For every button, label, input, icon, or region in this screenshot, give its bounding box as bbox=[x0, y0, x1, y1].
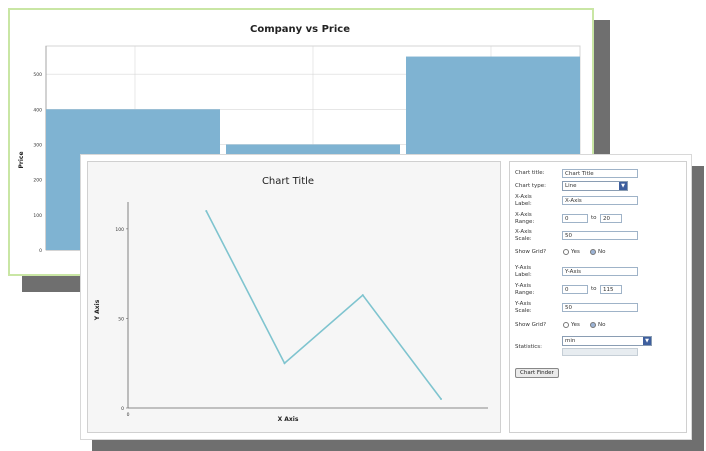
chart-type-value: Line bbox=[565, 183, 577, 189]
line-series bbox=[205, 210, 442, 400]
y-grid-yes-radio[interactable] bbox=[563, 322, 569, 328]
line-point bbox=[440, 398, 443, 401]
y-axis-range-label: Y-Axis Range: bbox=[515, 283, 535, 296]
bar-chart-ylabel: Price bbox=[18, 151, 25, 168]
chart-finder-button[interactable]: Chart Finder bbox=[515, 368, 559, 378]
x-grid-no-radio[interactable] bbox=[590, 249, 596, 255]
y-axis-label-input[interactable]: Y-Axis bbox=[562, 267, 638, 276]
chart-title-input[interactable]: Chart Title bbox=[562, 169, 638, 178]
chart-title-label: Chart title: bbox=[515, 170, 545, 176]
x-grid-no-label: No bbox=[598, 249, 606, 255]
y-axis-scale-label: Y-Axis Scale: bbox=[515, 301, 532, 314]
chevron-down-icon[interactable]: ▼ bbox=[619, 182, 627, 190]
x-range-from-input[interactable]: 0 bbox=[562, 214, 588, 223]
chart-type-label: Chart type: bbox=[515, 183, 547, 189]
x-axis-scale-input[interactable]: 50 bbox=[562, 231, 638, 240]
chart-type-select[interactable]: Line ▼ bbox=[562, 181, 628, 191]
line-chart: Chart Title X Axis Y Axis 0 50 100 0 bbox=[94, 176, 488, 423]
x-axis-scale-label: X-Axis Scale: bbox=[515, 229, 532, 242]
x-axis-label-input[interactable]: X-Axis bbox=[562, 196, 638, 205]
bar-y-tick-label: 400 bbox=[33, 107, 42, 113]
x-axis-label-label: X-Axis Label: bbox=[515, 194, 532, 207]
y-range-to-input[interactable]: 115 bbox=[600, 285, 622, 294]
line-y-tick-label: 100 bbox=[115, 227, 124, 233]
line-chart-ylabel: Y Axis bbox=[94, 299, 101, 321]
statistics-result-field bbox=[562, 348, 638, 356]
line-chart-xlabel: X Axis bbox=[278, 416, 299, 423]
line-chart-panel: Chart Title X Axis Y Axis 0 50 100 0 bbox=[87, 161, 501, 433]
bar-y-tick-label: 0 bbox=[39, 248, 42, 254]
bar-y-tick-label: 300 bbox=[33, 142, 42, 148]
x-show-grid-label: Show Grid? bbox=[515, 249, 547, 255]
y-range-from-input[interactable]: 0 bbox=[562, 285, 588, 294]
y-grid-yes-label: Yes bbox=[571, 322, 580, 328]
bar-y-tick-label: 500 bbox=[33, 72, 42, 78]
line-chart-title: Chart Title bbox=[262, 176, 314, 187]
y-grid-no-label: No bbox=[598, 322, 606, 328]
chevron-down-icon[interactable]: ▼ bbox=[643, 337, 651, 345]
line-y-tick-label: 50 bbox=[118, 316, 124, 322]
chart-settings-form: Chart title: Chart Title Chart type: Lin… bbox=[509, 161, 687, 433]
line-x-tick-label: 0 bbox=[127, 412, 130, 418]
chart-builder-window: Chart Title X Axis Y Axis 0 50 100 0 Chart … bbox=[80, 154, 692, 440]
y-range-to-label: to bbox=[591, 286, 597, 292]
statistics-value: min bbox=[565, 338, 576, 344]
line-point bbox=[361, 294, 364, 297]
line-y-tick-label: 0 bbox=[121, 406, 124, 412]
line-point bbox=[283, 362, 286, 365]
x-range-to-input[interactable]: 20 bbox=[600, 214, 622, 223]
x-grid-yes-radio[interactable] bbox=[563, 249, 569, 255]
x-range-to-label: to bbox=[591, 215, 597, 221]
statistics-select[interactable]: min ▼ bbox=[562, 336, 652, 346]
bar-y-tick-label: 200 bbox=[33, 178, 42, 184]
line-point bbox=[205, 209, 208, 212]
y-show-grid-label: Show Grid? bbox=[515, 322, 547, 328]
statistics-label: Statistics: bbox=[515, 344, 542, 350]
x-axis-range-label: X-Axis Range: bbox=[515, 212, 535, 225]
y-axis-scale-input[interactable]: 50 bbox=[562, 303, 638, 312]
bar-y-tick-label: 100 bbox=[33, 213, 42, 219]
x-grid-yes-label: Yes bbox=[571, 249, 580, 255]
y-grid-no-radio[interactable] bbox=[590, 322, 596, 328]
y-axis-label-label: Y-Axis Label: bbox=[515, 265, 532, 278]
bar-chart-title: Company vs Price bbox=[250, 24, 350, 35]
